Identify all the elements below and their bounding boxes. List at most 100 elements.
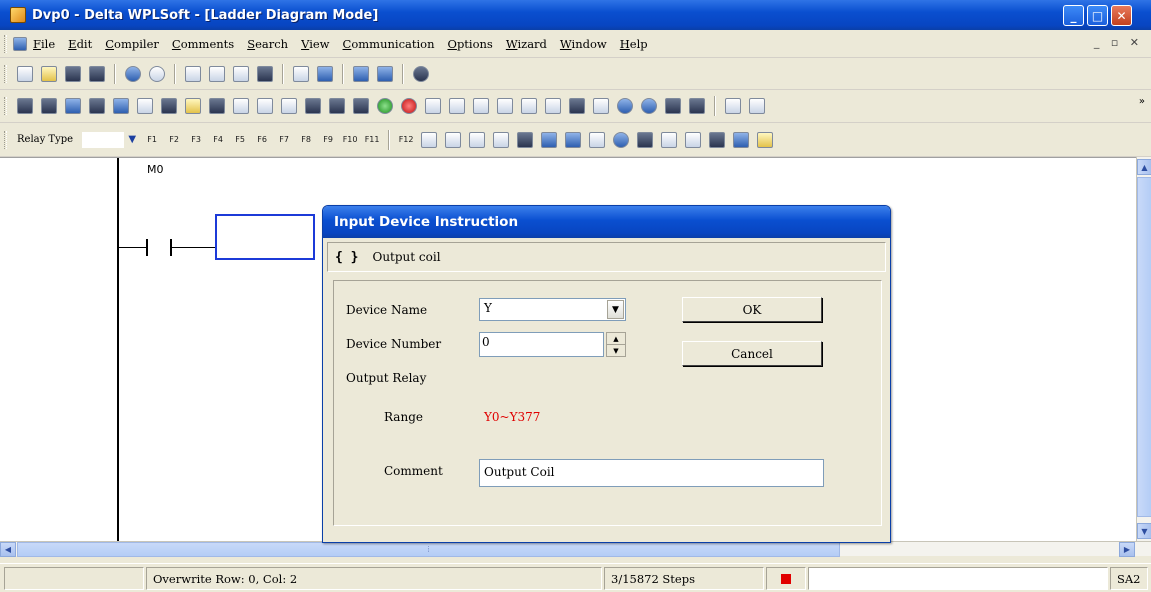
horizontal-scrollbar[interactable]: ◀ ⁞ ▶ <box>0 541 1151 557</box>
contact-symbol[interactable] <box>146 239 148 256</box>
device-number-stepper[interactable]: ▲ ▼ <box>606 332 626 357</box>
ladder-mode-icon[interactable] <box>17 98 33 114</box>
or-pulse-icon[interactable] <box>493 131 510 148</box>
nc-contact-button[interactable]: F2 <box>165 131 183 149</box>
minimize-button[interactable]: _ <box>1063 5 1084 26</box>
pid-icon[interactable] <box>517 131 534 148</box>
paste-icon[interactable] <box>233 65 249 82</box>
mdi-window-controls[interactable]: _ ▫ ✕ <box>1094 36 1143 49</box>
comment-input[interactable]: Output Coil <box>479 459 824 487</box>
inverse-button[interactable]: F11 <box>363 131 381 149</box>
save-icon[interactable] <box>65 65 81 82</box>
menu-wizard[interactable]: Wizard <box>506 37 547 51</box>
read-plc-icon[interactable] <box>233 98 249 114</box>
maximize-button[interactable]: □ <box>1087 5 1108 26</box>
sfc-mode-icon[interactable] <box>65 98 81 114</box>
monitor-device-icon[interactable] <box>329 98 345 114</box>
application-instruction-button[interactable]: F8 <box>297 131 315 149</box>
new-file-icon[interactable] <box>17 65 33 82</box>
verify-icon[interactable] <box>281 98 297 114</box>
bookmark-icon[interactable] <box>185 98 201 114</box>
rising-pulse-icon[interactable] <box>445 131 462 148</box>
clear-icon[interactable] <box>473 98 489 114</box>
chevron-down-icon[interactable]: ▼ <box>607 300 624 319</box>
title-bar[interactable]: Dvp0 - Delta WPLSoft - [Ladder Diagram M… <box>0 0 1151 30</box>
save-all-icon[interactable] <box>89 65 105 82</box>
scroll-down-icon[interactable]: ▼ <box>1137 523 1151 539</box>
scroll-right-icon[interactable]: ▶ <box>1119 542 1135 557</box>
no-contact-button[interactable]: F1 <box>143 131 161 149</box>
run-icon[interactable] <box>377 98 393 114</box>
menu-view[interactable]: View <box>301 37 329 51</box>
falling-edge-button[interactable]: F6 <box>253 131 271 149</box>
register-monitor-icon[interactable] <box>593 98 609 114</box>
stop-icon[interactable] <box>401 98 417 114</box>
parallel-nc-button[interactable]: F4 <box>209 131 227 149</box>
disabled-tool-icon[interactable] <box>725 98 741 114</box>
write-plc-icon[interactable] <box>257 98 273 114</box>
device-comment-icon[interactable] <box>137 98 153 114</box>
search-device-icon[interactable] <box>617 98 633 114</box>
help-icon[interactable] <box>413 65 429 82</box>
vertical-scrollbar[interactable]: ▲ ▼ <box>1136 157 1151 541</box>
zoom-in-icon[interactable] <box>353 65 369 82</box>
menu-communication[interactable]: Communication <box>343 37 435 51</box>
rising-edge-button[interactable]: F5 <box>231 131 249 149</box>
cross-reference-icon[interactable] <box>665 98 681 114</box>
toolbar-grip[interactable] <box>4 97 7 115</box>
set-off-icon[interactable] <box>521 98 537 114</box>
compile-icon[interactable] <box>89 98 105 114</box>
table-icon[interactable] <box>161 98 177 114</box>
ok-button[interactable]: OK <box>682 297 822 322</box>
menu-search[interactable]: Search <box>247 37 288 51</box>
table-grid-icon[interactable] <box>757 131 774 148</box>
set-on-icon[interactable] <box>497 98 513 114</box>
graph-icon[interactable] <box>565 131 582 148</box>
monitor-stop-icon[interactable] <box>353 98 369 114</box>
spin-up-icon[interactable]: ▲ <box>607 333 625 345</box>
copy-icon[interactable] <box>209 65 225 82</box>
mail-icon[interactable] <box>661 131 678 148</box>
force-icon[interactable] <box>545 98 561 114</box>
relay-type-select[interactable]: ▼ <box>81 130 136 149</box>
falling-pulse-icon[interactable] <box>469 131 486 148</box>
device-list-icon[interactable] <box>689 98 705 114</box>
scroll-left-icon[interactable]: ◀ <box>0 542 16 557</box>
nc-pulse-icon[interactable] <box>421 131 438 148</box>
menu-comments[interactable]: Comments <box>172 37 234 51</box>
download-icon[interactable] <box>449 98 465 114</box>
disconnect-icon[interactable] <box>149 65 165 82</box>
device-number-input[interactable]: 0 <box>479 332 604 357</box>
online-edit-icon[interactable] <box>425 98 441 114</box>
scroll-thumb[interactable] <box>1137 177 1151 517</box>
play-icon[interactable] <box>733 131 750 148</box>
wizard-icon[interactable] <box>209 98 225 114</box>
toolbar-grip[interactable] <box>4 64 7 83</box>
grid-icon[interactable] <box>637 131 654 148</box>
search-next-icon[interactable] <box>641 98 657 114</box>
diamond-icon[interactable] <box>613 131 630 148</box>
eraser-icon[interactable] <box>257 65 273 82</box>
instruction-mode-icon[interactable] <box>41 98 57 114</box>
branch-icon[interactable] <box>685 131 702 148</box>
vertical-line-button[interactable]: F9 <box>319 131 337 149</box>
scroll-thumb[interactable]: ⁞ <box>17 542 840 557</box>
register-edit-icon[interactable] <box>569 98 585 114</box>
chevron-down-icon[interactable]: ▼ <box>128 134 136 145</box>
menu-options[interactable]: Options <box>448 37 493 51</box>
menu-file[interactable]: File <box>33 37 55 51</box>
toolbar-overflow-icon[interactable]: » <box>1139 96 1145 107</box>
toolbar-grip[interactable] <box>4 130 7 149</box>
close-button[interactable]: ✕ <box>1111 5 1132 26</box>
horizontal-line-button[interactable]: F10 <box>341 131 359 149</box>
bracket-icon[interactable] <box>589 131 606 148</box>
toolbar-grip[interactable] <box>4 34 7 53</box>
open-file-icon[interactable] <box>41 65 57 82</box>
menu-window[interactable]: Window <box>560 37 607 51</box>
parallel-no-button[interactable]: F3 <box>187 131 205 149</box>
menu-compiler[interactable]: Compiler <box>105 37 159 51</box>
cancel-button[interactable]: Cancel <box>682 341 822 366</box>
zoom-out-icon[interactable] <box>377 65 393 82</box>
counter-icon[interactable] <box>541 131 558 148</box>
book-icon[interactable] <box>709 131 726 148</box>
